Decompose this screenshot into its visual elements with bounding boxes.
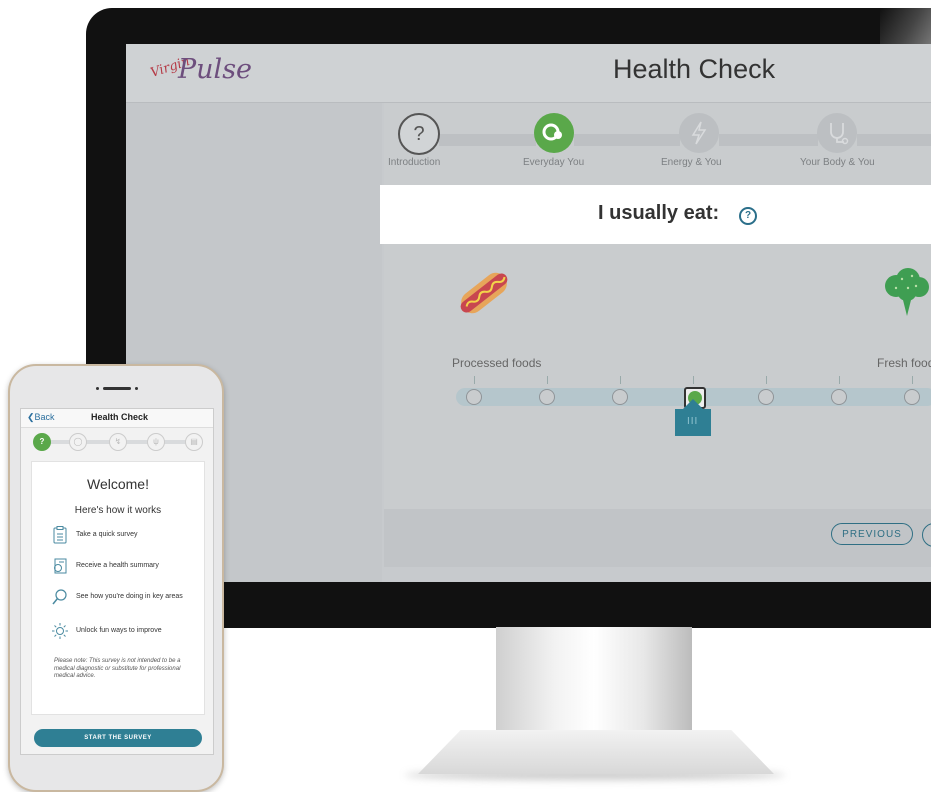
question-bar: I usually eat: ? bbox=[380, 185, 931, 244]
stethoscope-icon: ψ bbox=[153, 437, 159, 446]
clipboard-icon bbox=[53, 526, 67, 544]
scale-tick bbox=[620, 376, 621, 384]
monitor-stand bbox=[496, 627, 692, 737]
handle-grip: III bbox=[687, 416, 699, 427]
step-label: Everyday You bbox=[523, 157, 585, 168]
scale-option[interactable] bbox=[904, 389, 920, 405]
feature-item: Unlock fun ways to improve bbox=[52, 622, 197, 644]
scale-tick bbox=[547, 376, 548, 384]
page-title: Health Check bbox=[613, 54, 776, 84]
step-your-body[interactable] bbox=[817, 113, 857, 153]
scale-label-right: Fresh food bbox=[877, 356, 931, 370]
monitor-reflection bbox=[880, 8, 931, 48]
scale-option[interactable] bbox=[539, 389, 555, 405]
app-header: Virgin Pulse Health Check bbox=[126, 44, 931, 103]
magnifier-icon bbox=[52, 589, 67, 605]
scale-label-left: Processed foods bbox=[452, 356, 542, 370]
logo-word: Pulse bbox=[178, 54, 253, 85]
feature-text: Receive a health summary bbox=[76, 562, 159, 569]
phone-speaker bbox=[103, 387, 131, 390]
how-it-works-heading: Here's how it works bbox=[74, 505, 162, 516]
scale-option[interactable] bbox=[831, 389, 847, 405]
feature-item: Receive a health summary bbox=[52, 557, 197, 579]
energy-icon: ↯ bbox=[114, 437, 122, 446]
phone-screen: ❮Back Health Check ? ◯ ↯ ψ ▤ Welcome! He… bbox=[20, 408, 214, 755]
scale-tick bbox=[766, 376, 767, 384]
feature-text: Unlock fun ways to improve bbox=[76, 627, 162, 634]
welcome-card: Welcome! Here's how it works Take a quic… bbox=[31, 461, 205, 715]
back-button[interactable]: ❮Back bbox=[27, 412, 55, 423]
phone-nav-bar: ❮Back Health Check bbox=[21, 409, 213, 428]
scale-tick bbox=[693, 376, 694, 384]
start-survey-button[interactable]: START THE SURVEY bbox=[34, 729, 202, 747]
phone-sensor bbox=[96, 387, 99, 390]
chevron-left-icon: ❮ bbox=[27, 412, 35, 422]
energy-icon bbox=[691, 121, 707, 145]
step-everyday-you[interactable] bbox=[534, 113, 574, 153]
step-label: Energy & You bbox=[661, 157, 722, 168]
feature-item: See how you're doing in key areas bbox=[52, 588, 197, 610]
step-connector bbox=[719, 134, 818, 146]
feature-text: Take a quick survey bbox=[76, 531, 138, 538]
back-label: Back bbox=[34, 412, 55, 422]
step-connector bbox=[857, 134, 931, 146]
everyday-icon: ◯ bbox=[73, 437, 83, 446]
scale-option[interactable] bbox=[612, 389, 628, 405]
feature-item: Take a quick survey bbox=[52, 526, 197, 548]
previous-button[interactable]: PREVIOUS bbox=[831, 523, 913, 545]
sun-icon bbox=[52, 623, 68, 639]
scale-option[interactable] bbox=[466, 389, 482, 405]
help-icon[interactable]: ? bbox=[739, 207, 757, 225]
scale-tick bbox=[912, 376, 913, 384]
hotdog-icon bbox=[460, 272, 508, 314]
survey-panel: ? Introduction Everyday You Energy & You… bbox=[384, 103, 931, 567]
stethoscope-icon bbox=[830, 123, 849, 145]
phone-step-summary[interactable]: ▤ bbox=[185, 433, 203, 451]
scale-tick bbox=[839, 376, 840, 384]
step-connector bbox=[574, 134, 680, 146]
broccoli-icon bbox=[885, 268, 929, 316]
virgin-pulse-logo[interactable]: Virgin Pulse bbox=[149, 54, 260, 92]
step-connector bbox=[439, 134, 536, 146]
phone-step-tracker: ? ◯ ↯ ψ ▤ bbox=[33, 433, 203, 451]
step-energy-you[interactable] bbox=[679, 113, 719, 153]
question-icon: ? bbox=[413, 123, 425, 145]
disclaimer-note: Please note: This survey is not intended… bbox=[54, 658, 181, 679]
phone-step-energy[interactable]: ↯ bbox=[109, 433, 127, 451]
desktop-screen: Virgin Pulse Health Check ? Introduction… bbox=[126, 44, 931, 582]
document-icon: ▤ bbox=[190, 437, 198, 446]
welcome-heading: Welcome! bbox=[87, 476, 149, 492]
phone-title: Health Check bbox=[91, 412, 149, 422]
phone-step-introduction[interactable]: ? bbox=[33, 433, 51, 451]
step-introduction[interactable]: ? bbox=[398, 113, 440, 155]
slider-handle[interactable]: III bbox=[675, 399, 711, 436]
step-label: Your Body & You bbox=[800, 157, 875, 168]
health-summary-icon bbox=[54, 558, 67, 574]
phone-step-body[interactable]: ψ bbox=[147, 433, 165, 451]
scale-option[interactable] bbox=[758, 389, 774, 405]
monitor-base bbox=[418, 730, 774, 774]
everyday-icon bbox=[542, 123, 562, 141]
feature-text: See how you're doing in key areas bbox=[76, 593, 183, 600]
phone: ❮Back Health Check ? ◯ ↯ ψ ▤ Welcome! He… bbox=[8, 364, 224, 792]
phone-camera bbox=[135, 387, 138, 390]
step-label: Introduction bbox=[388, 157, 441, 168]
scale-tick bbox=[474, 376, 475, 384]
question-text: I usually eat: bbox=[598, 202, 720, 224]
phone-step-everyday[interactable]: ◯ bbox=[69, 433, 87, 451]
